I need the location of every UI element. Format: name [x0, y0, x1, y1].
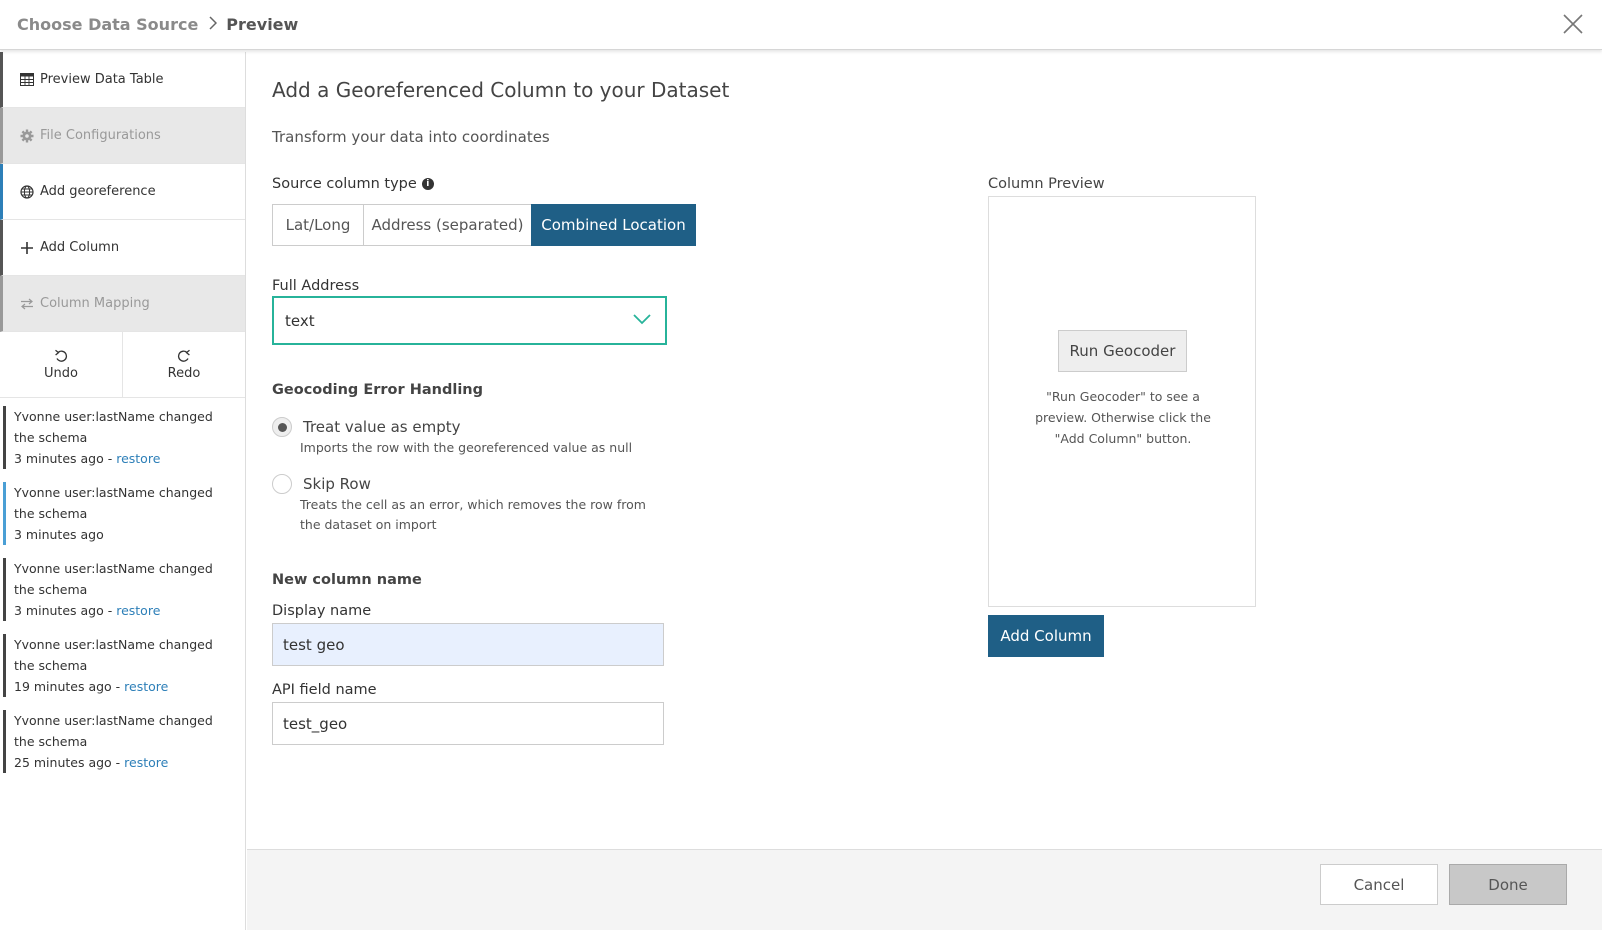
sidebar-item-add-georeference[interactable]: Add georeference [0, 164, 245, 220]
history-time: 3 minutes ago [14, 603, 104, 618]
preview-note: "Run Geocoder" to see a preview. Otherwi… [1035, 389, 1211, 446]
restore-link[interactable]: restore [116, 603, 160, 618]
sidebar-item-add-column[interactable]: Add Column [0, 220, 245, 276]
chevron-down-icon [633, 314, 651, 325]
page-title: Add a Georeferenced Column to your Datas… [272, 78, 730, 102]
option-skip-row[interactable]: Skip Row [272, 474, 371, 494]
history-time: 3 minutes ago [14, 527, 104, 542]
display-name-input[interactable] [272, 623, 664, 666]
history-item: Yvonne user:lastName changed the schema … [3, 482, 245, 545]
table-icon [20, 73, 34, 87]
sidebar-item-label: Add georeference [40, 184, 156, 199]
plus-icon [20, 241, 34, 255]
source-type-address-separated[interactable]: Address (separated) [363, 204, 532, 246]
restore-separator: - [103, 603, 117, 618]
undo-label: Undo [44, 365, 78, 381]
history-time: 25 minutes ago [14, 755, 112, 770]
undo-button[interactable]: Undo [0, 332, 123, 397]
restore-link[interactable]: restore [116, 451, 160, 466]
gear-icon [20, 129, 34, 143]
main-content: Add a Georeferenced Column to your Datas… [272, 52, 1572, 847]
option-desc: Imports the row with the georeferenced v… [300, 440, 633, 455]
history-text: Yvonne user:lastName changed the schema [14, 637, 213, 673]
redo-button[interactable]: Redo [123, 332, 245, 397]
page-subtitle: Transform your data into coordinates [272, 128, 550, 146]
history-text: Yvonne user:lastName changed the schema [14, 485, 213, 521]
option-label: Treat value as empty [303, 418, 461, 436]
sidebar-item-file-configurations[interactable]: File Configurations [0, 108, 245, 164]
chevron-right-icon [209, 15, 218, 34]
sidebar-item-preview-data-table[interactable]: Preview Data Table [0, 52, 245, 108]
history-item: Yvonne user:lastName changed the schema … [3, 710, 245, 773]
source-type-lat-long[interactable]: Lat/Long [272, 204, 364, 246]
modal-header: Choose Data Source Preview [0, 0, 1602, 50]
radio-treat-empty[interactable] [272, 417, 292, 437]
globe-icon [20, 184, 34, 199]
api-field-input[interactable] [272, 702, 664, 745]
history-list: Yvonne user:lastName changed the schema … [0, 398, 245, 773]
history-item: Yvonne user:lastName changed the schema … [3, 406, 245, 469]
undo-redo-bar: Undo Redo [0, 332, 245, 398]
sidebar-item-label: Column Mapping [40, 296, 150, 311]
source-type-combined-location[interactable]: Combined Location [531, 204, 696, 246]
cancel-button[interactable]: Cancel [1320, 864, 1438, 905]
redo-icon [178, 349, 190, 362]
option-desc: Treats the cell as an error, which remov… [300, 497, 646, 532]
redo-label: Redo [167, 365, 201, 381]
history-item: Yvonne user:lastName changed the schema … [3, 634, 245, 697]
close-icon[interactable] [1562, 13, 1584, 35]
history-text: Yvonne user:lastName changed the schema [14, 561, 213, 597]
source-type-selector: Lat/Long Address (separated) Combined Lo… [272, 204, 696, 246]
sidebar-item-label: File Configurations [40, 128, 161, 143]
swap-icon [20, 297, 34, 311]
full-address-label: Full Address [272, 278, 360, 294]
undo-icon [55, 349, 67, 362]
history-text: Yvonne user:lastName changed the schema [14, 713, 213, 749]
history-item: Yvonne user:lastName changed the schema … [3, 558, 245, 621]
new-column-label: New column name [272, 572, 422, 588]
option-label: Skip Row [303, 475, 371, 493]
breadcrumb-preview: Preview [226, 15, 299, 34]
info-icon[interactable]: i [421, 178, 434, 190]
sidebar-item-label: Add Column [40, 240, 120, 255]
sidebar: Preview Data Table File Configurations A… [0, 52, 246, 930]
add-column-button[interactable]: Add Column [988, 615, 1104, 657]
full-address-value: text [285, 311, 315, 330]
restore-separator: - [111, 679, 125, 694]
history-text: Yvonne user:lastName changed the schema [14, 409, 213, 445]
sidebar-item-label: Preview Data Table [40, 72, 164, 87]
breadcrumb-choose-data-source[interactable]: Choose Data Source [17, 15, 198, 34]
source-type-label-text: Source column type [272, 176, 417, 192]
run-geocoder-button[interactable]: Run Geocoder [1058, 330, 1187, 372]
full-address-select[interactable]: text [272, 296, 667, 345]
restore-link[interactable]: restore [124, 679, 168, 694]
error-handling-label: Geocoding Error Handling [272, 382, 483, 398]
modal-footer: Cancel Done [247, 849, 1602, 930]
done-button[interactable]: Done [1449, 864, 1567, 905]
sidebar-item-column-mapping[interactable]: Column Mapping [0, 276, 245, 332]
restore-separator: - [103, 451, 117, 466]
restore-separator: - [111, 755, 125, 770]
source-type-label: Source column type i [272, 176, 434, 192]
api-field-label: API field name [272, 682, 377, 698]
display-name-label: Display name [272, 603, 372, 619]
column-preview-box: Run Geocoder "Run Geocoder" to see a pre… [988, 196, 1256, 607]
history-time: 19 minutes ago [14, 679, 112, 694]
radio-skip-row[interactable] [272, 474, 292, 494]
option-treat-empty[interactable]: Treat value as empty [272, 417, 461, 437]
column-preview-label: Column Preview [988, 176, 1105, 192]
history-time: 3 minutes ago [14, 451, 104, 466]
restore-link[interactable]: restore [124, 755, 168, 770]
